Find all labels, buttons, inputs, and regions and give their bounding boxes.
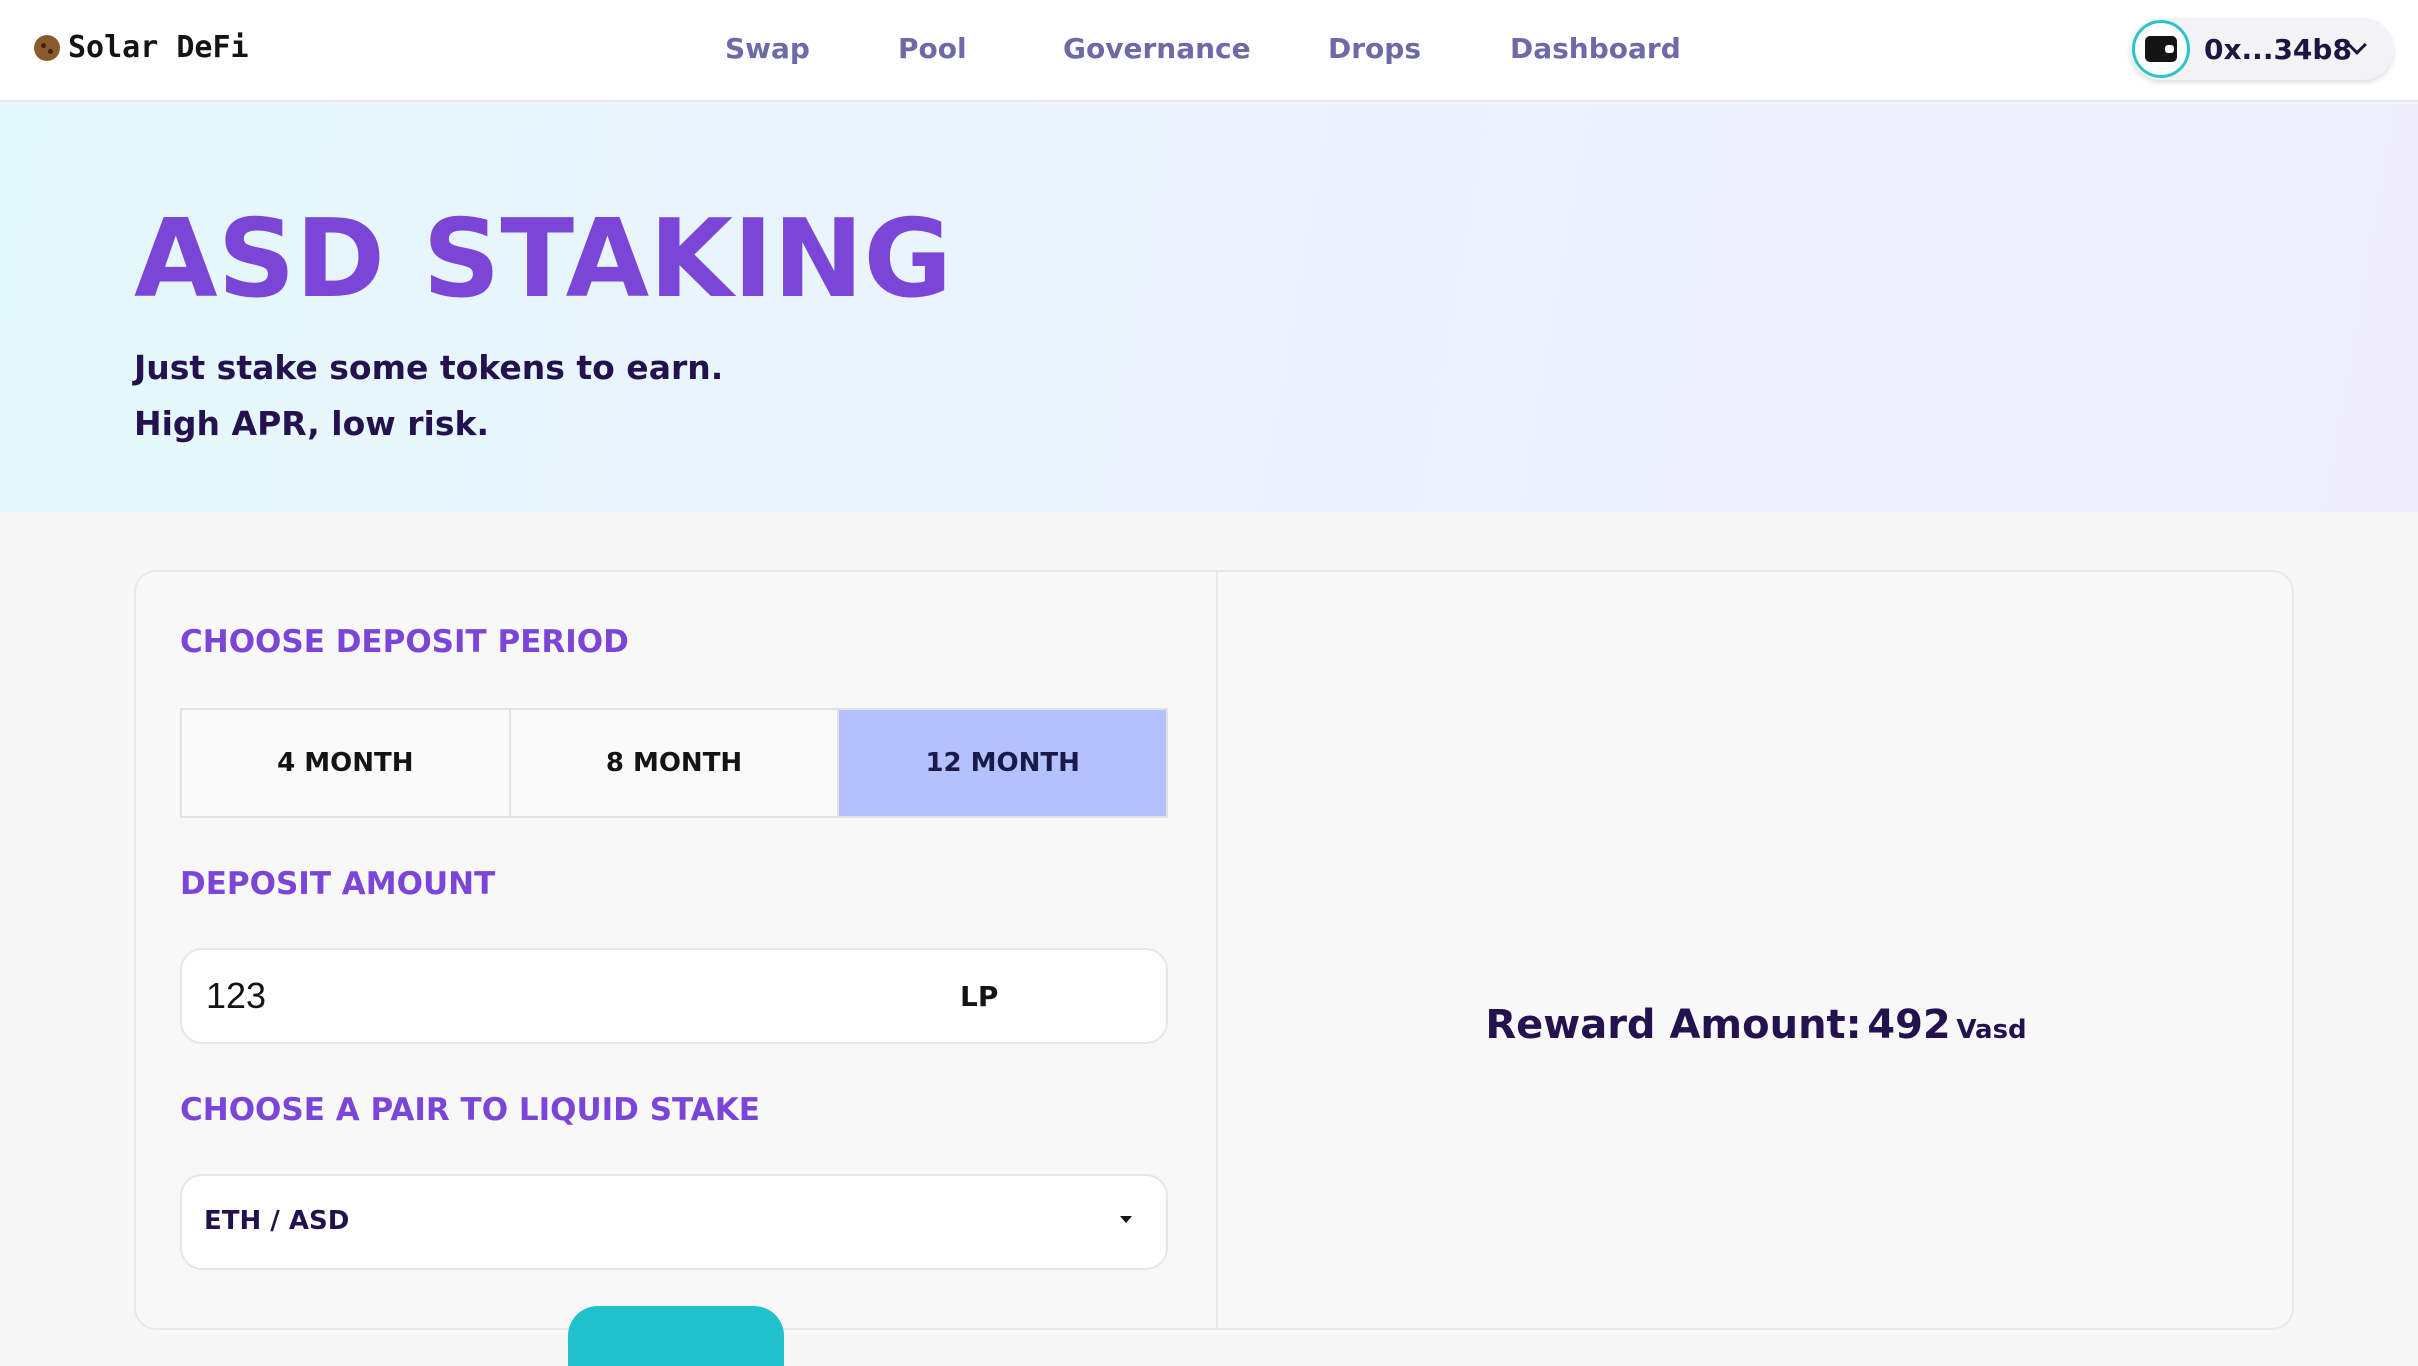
staking-card: CHOOSE DEPOSIT PERIOD 4 MONTH 8 MONTH 12… [134, 570, 2296, 1366]
deposit-period-selector: 4 MONTH 8 MONTH 12 MONTH [180, 708, 1168, 818]
deposit-period-label: CHOOSE DEPOSIT PERIOD [180, 624, 629, 660]
caret-down-icon [1120, 1216, 1132, 1223]
hero-banner: ASD STAKING Just stake some tokens to ea… [0, 104, 2418, 512]
card-divider [1216, 572, 1218, 1328]
pair-select-label: CHOOSE A PAIR TO LIQUID STAKE [180, 1092, 760, 1128]
deposit-amount-field: LP [180, 948, 1168, 1044]
nav-item-governance[interactable]: Governance [1063, 32, 1251, 65]
pair-select-dropdown[interactable]: ETH / ASD [180, 1174, 1168, 1270]
nav-item-swap[interactable]: Swap [725, 32, 810, 65]
nav-item-drops[interactable]: Drops [1328, 32, 1421, 65]
period-8-month-button[interactable]: 8 MONTH [511, 710, 840, 816]
reward-amount-value: 492 [1867, 1002, 1951, 1048]
cookie-logo-icon [34, 34, 60, 61]
wallet-icon [2145, 36, 2177, 62]
brand-name: Solar DeFi [68, 30, 249, 65]
hero-subtitle-line2: High APR, low risk. [134, 404, 489, 443]
wallet-icon-badge [2132, 20, 2190, 78]
brand-logo[interactable]: Solar DeFi [34, 30, 249, 65]
amount-unit-label: LP [960, 980, 999, 1013]
reward-amount-unit: Vasd [1956, 1015, 2027, 1045]
reward-amount-label: Reward Amount: [1485, 1002, 1862, 1048]
deposit-amount-input[interactable] [204, 964, 904, 1028]
period-12-month-button[interactable]: 12 MONTH [839, 710, 1167, 816]
top-nav-bar: Solar DeFi Swap Pool Governance Drops Da… [0, 0, 2418, 102]
hero-subtitle-line1: Just stake some tokens to earn. [134, 348, 724, 387]
nav-item-pool[interactable]: Pool [898, 32, 967, 65]
page-title: ASD STAKING [134, 197, 953, 322]
deposit-amount-label: DEPOSIT AMOUNT [180, 866, 496, 902]
stake-button[interactable] [568, 1306, 784, 1366]
nav-item-dashboard[interactable]: Dashboard [1510, 32, 1681, 65]
pair-selected-value: ETH / ASD [204, 1206, 350, 1236]
period-4-month-button[interactable]: 4 MONTH [182, 710, 511, 816]
wallet-address: 0x...34b8 [2204, 32, 2352, 66]
wallet-button[interactable]: 0x...34b8 [2130, 18, 2394, 80]
reward-summary: Reward Amount: 492 Vasd [1216, 1002, 2296, 1048]
